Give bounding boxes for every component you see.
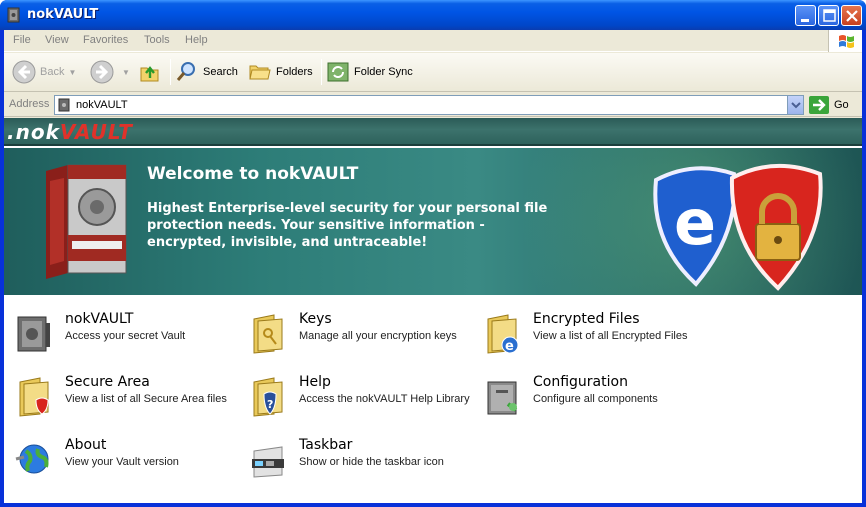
item-title: Help [299, 374, 331, 390]
go-arrow-icon [809, 96, 829, 114]
configuration-icon [487, 381, 518, 415]
item-title: Keys [299, 311, 332, 327]
content-area: .nokVAULT Welcome to nokVAULT Highest En… [4, 118, 862, 503]
back-arrow-icon [12, 60, 36, 84]
windows-logo [828, 30, 862, 52]
window-title: nokVAULT [27, 7, 99, 22]
item-subtitle: Access the nokVAULT Help Library [299, 393, 470, 405]
toolbar-separator [170, 59, 171, 85]
forward-arrow-icon [90, 60, 114, 84]
menu-favorites[interactable]: Favorites [83, 34, 128, 46]
keys-folder-icon [253, 314, 283, 354]
welcome-heading: Welcome to nokVAULT [147, 164, 359, 184]
item-keys[interactable]: Keys Manage all your encryption keys [248, 311, 478, 361]
minimize-icon [801, 19, 809, 22]
product-box-image [46, 164, 127, 279]
item-subtitle: View your Vault version [65, 456, 179, 468]
item-subtitle: Access your secret Vault [65, 330, 186, 342]
svg-text:e: e [674, 186, 716, 259]
back-dropdown-icon[interactable]: ▼ [68, 68, 76, 77]
svg-text:e: e [505, 339, 514, 354]
secure-area-folder-icon [19, 377, 49, 417]
folder-sync-button[interactable]: Folder Sync [326, 57, 413, 87]
menu-bar: File View Favorites Tools Help [4, 30, 862, 52]
security-shields-image: e [653, 164, 823, 291]
address-input[interactable]: nokVAULT [54, 95, 804, 115]
close-button[interactable] [841, 5, 862, 26]
toolbar-separator [321, 59, 322, 85]
folder-sync-icon [327, 62, 349, 82]
folders-button[interactable]: Folders [248, 57, 313, 87]
vault-icon [17, 316, 50, 352]
item-title: Encrypted Files [533, 311, 640, 327]
windows-flag-icon [839, 35, 854, 48]
help-folder-icon: ? [253, 377, 283, 417]
item-title: About [65, 437, 107, 453]
folders-label: Folders [276, 66, 313, 78]
address-bar: Address nokVAULT Go [4, 93, 862, 117]
item-subtitle: Configure all components [533, 393, 658, 405]
back-label: Back [40, 66, 65, 78]
item-subtitle: View a list of all Encrypted Files [533, 330, 688, 342]
explorer-window: nokVAULT File View Favorites Tools Help [0, 0, 866, 507]
menu-help[interactable]: Help [185, 34, 208, 46]
item-taskbar[interactable]: Taskbar Show or hide the taskbar icon [248, 437, 478, 487]
item-encrypted-files[interactable]: e Encrypted Files View a list of all Enc… [482, 311, 712, 361]
item-subtitle: Manage all your encryption keys [299, 330, 457, 342]
toolbar: Back ▼ ▼ Search Folders Folder Sync [4, 53, 862, 92]
svg-text:?: ? [267, 398, 273, 411]
window-client: File View Favorites Tools Help Back ▼ ▼ … [4, 30, 862, 503]
search-label: Search [203, 66, 238, 78]
folder-sync-label: Folder Sync [354, 66, 413, 78]
encrypted-files-folder-icon: e [487, 314, 519, 354]
chevron-down-icon [791, 102, 801, 109]
forward-dropdown-icon[interactable]: ▼ [122, 68, 130, 77]
welcome-description: Highest Enterprise-level security for yo… [147, 201, 548, 250]
menu-tools[interactable]: Tools [144, 34, 170, 46]
item-help[interactable]: ? Help Access the nokVAULT Help Library [248, 374, 478, 424]
item-configuration[interactable]: Configuration Configure all components [482, 374, 712, 424]
vault-app-icon [7, 7, 20, 23]
item-title: Configuration [533, 374, 628, 390]
go-button[interactable]: Go [809, 95, 849, 115]
minimize-button[interactable] [795, 5, 816, 26]
close-icon [846, 10, 858, 22]
welcome-banner: Welcome to nokVAULT Highest Enterprise-l… [4, 148, 862, 295]
up-folder-button[interactable] [138, 57, 166, 87]
brand-strip: .nokVAULT [4, 118, 862, 146]
globe-icon [15, 444, 49, 474]
item-title: Taskbar [299, 437, 353, 453]
menu-file[interactable]: File [13, 34, 31, 46]
go-label: Go [834, 99, 849, 111]
maximize-icon [823, 9, 836, 22]
item-subtitle: View a list of all Secure Area files [65, 393, 227, 405]
search-icon [176, 62, 195, 81]
vault-small-icon [58, 98, 70, 112]
back-button[interactable]: Back ▼ [12, 57, 76, 87]
nokvault-logo: .nokVAULT [7, 120, 133, 144]
title-bar[interactable]: nokVAULT [0, 0, 866, 30]
address-dropdown-button[interactable] [787, 96, 803, 114]
folders-icon [249, 65, 271, 80]
maximize-button[interactable] [818, 5, 839, 26]
forward-button[interactable]: ▼ [90, 57, 130, 87]
item-about[interactable]: About View your Vault version [14, 437, 244, 487]
menu-view[interactable]: View [45, 34, 69, 46]
search-button[interactable]: Search [175, 57, 238, 87]
address-label: Address [9, 98, 50, 110]
item-title: nokVAULT [65, 311, 134, 327]
item-secure-area[interactable]: Secure Area View a list of all Secure Ar… [14, 374, 244, 424]
up-folder-icon [140, 66, 159, 82]
address-value: nokVAULT [76, 99, 128, 111]
item-subtitle: Show or hide the taskbar icon [299, 456, 444, 468]
taskbar-icon [252, 446, 284, 478]
item-title: Secure Area [65, 374, 150, 390]
item-nokvault[interactable]: nokVAULT Access your secret Vault [14, 311, 244, 361]
